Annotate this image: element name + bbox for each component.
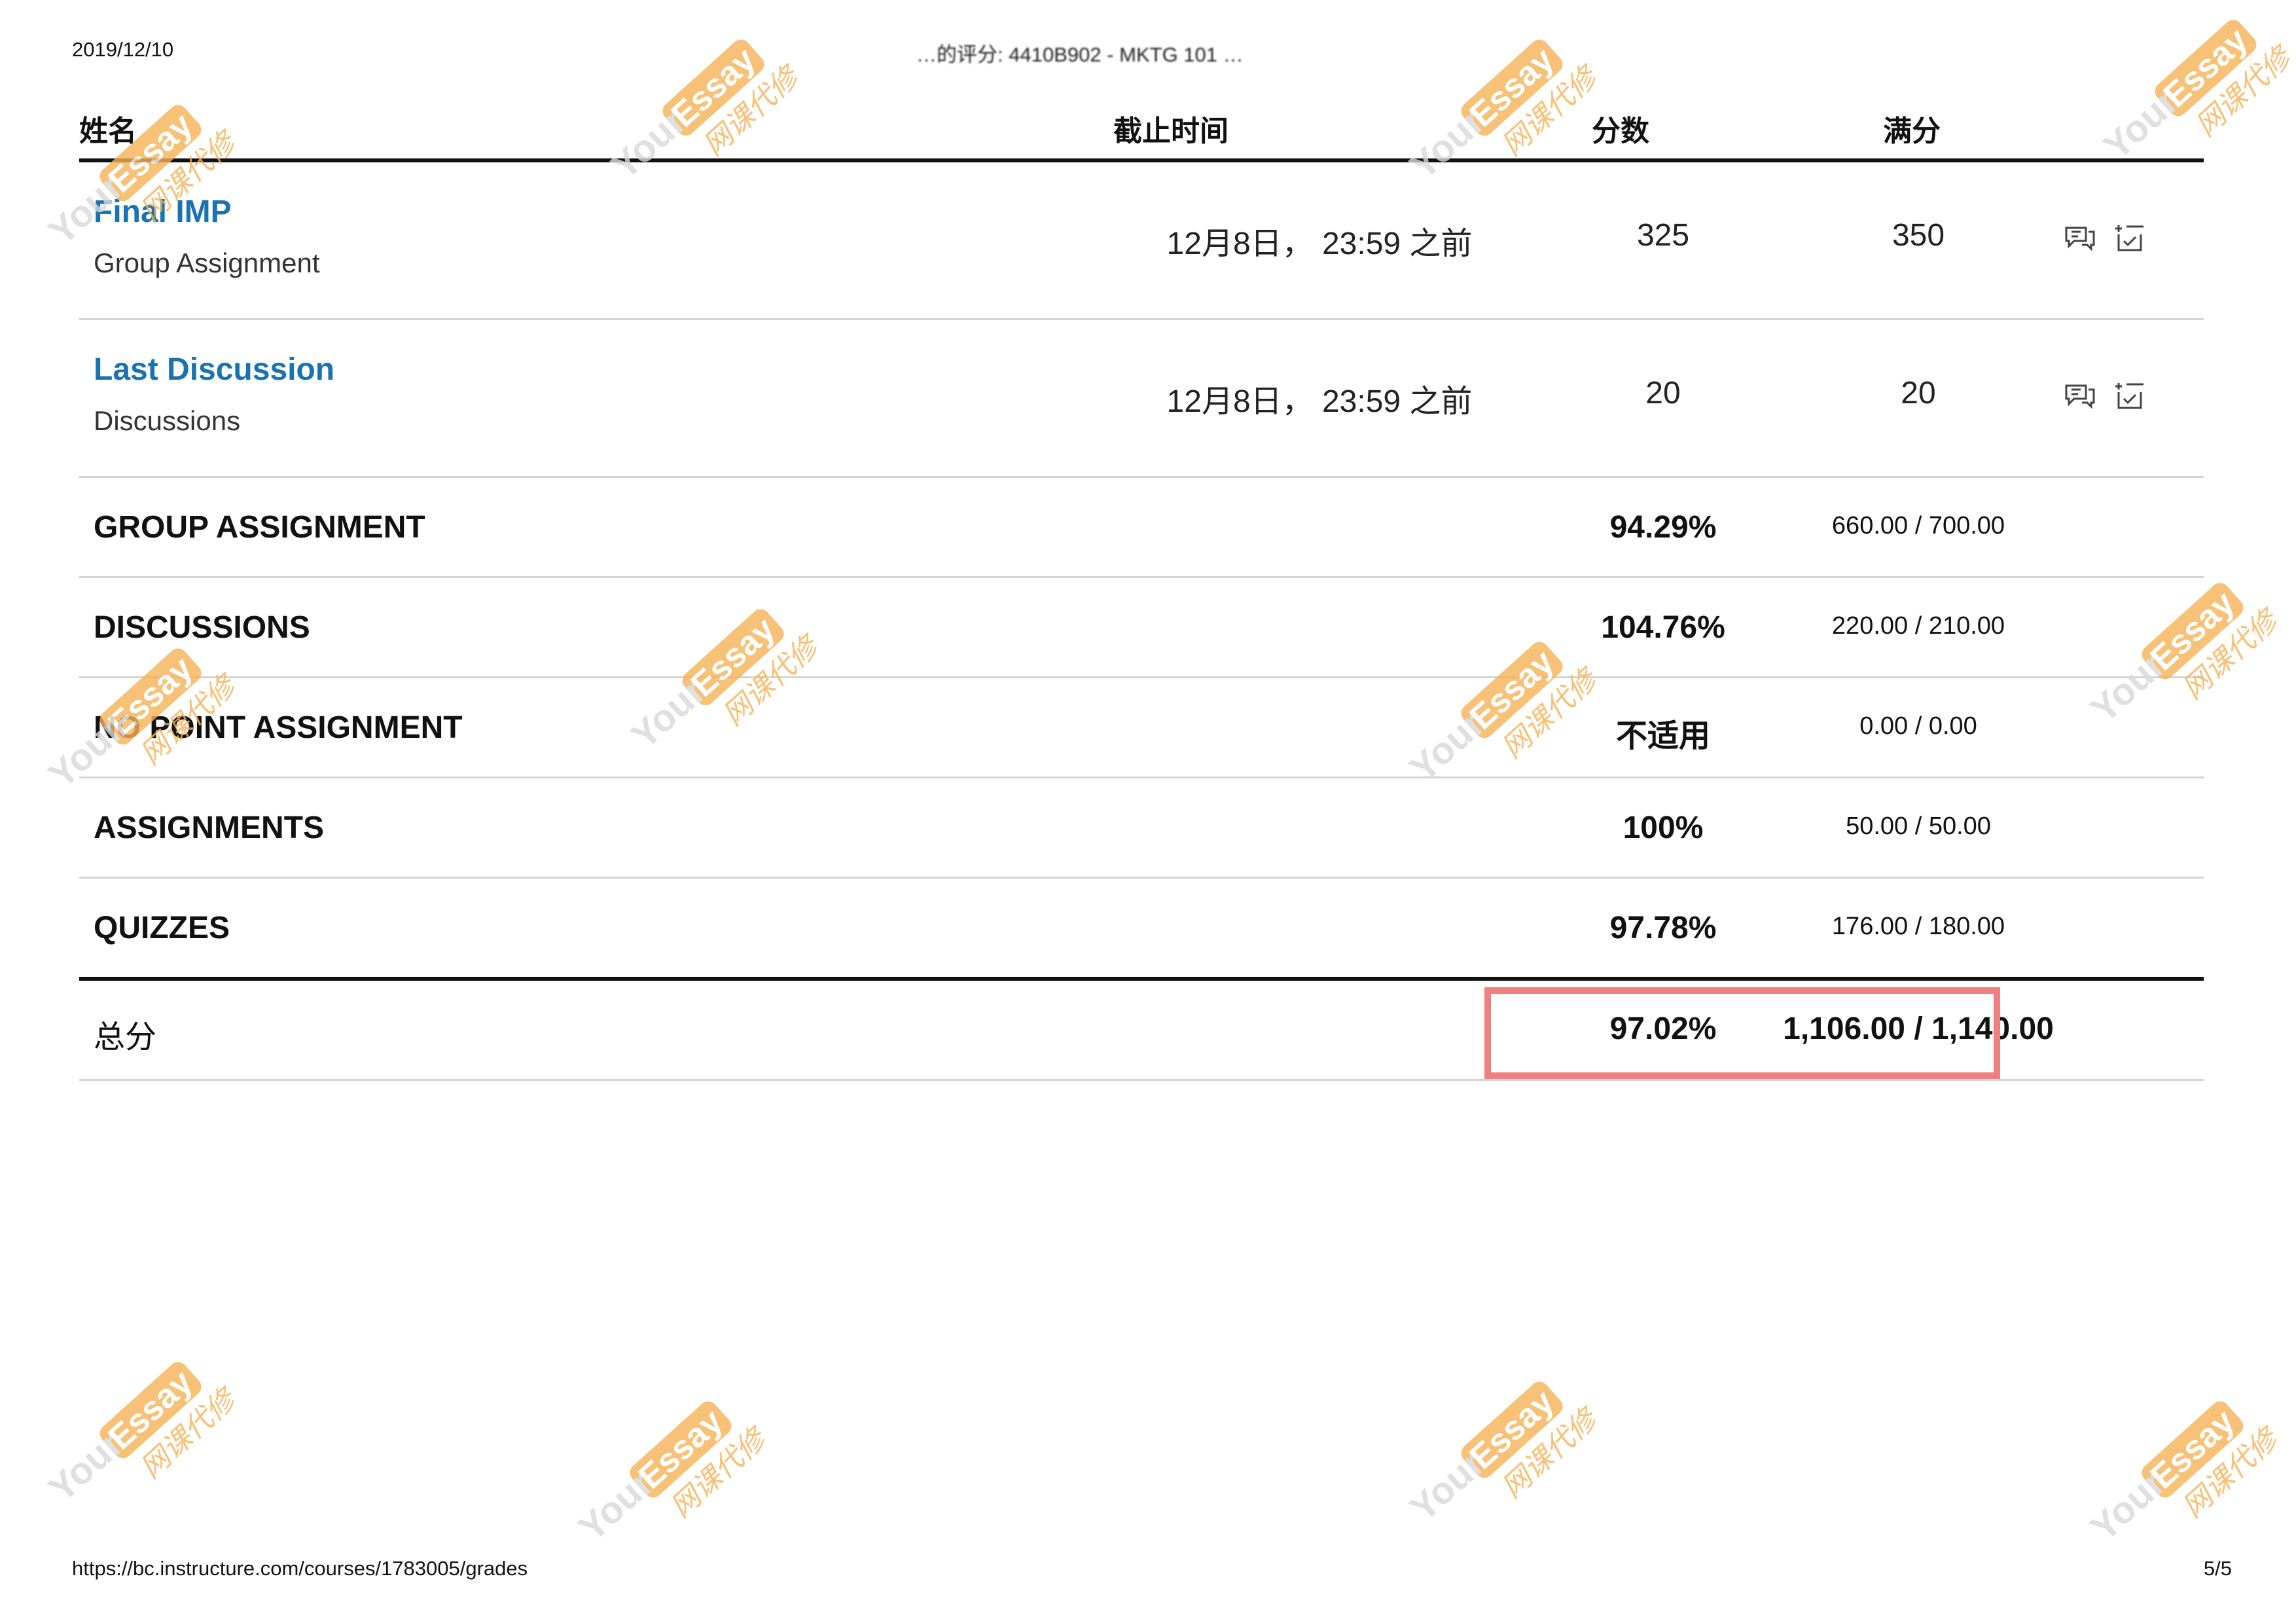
row-actions [2062,378,2239,413]
table-header: 姓名 截止时间 分数 满分 [79,98,2204,162]
page-header: 2019/12/10 …的评分: 4410B902 - MKTG 101 … [72,38,2225,71]
score: 325 [1636,218,1690,253]
assignment-link[interactable]: Final IMP [94,194,232,230]
group-points: 220.00 / 210.00 [1831,612,2005,640]
page-number: 5/5 [2203,1557,2232,1580]
header-due: 截止时间 [1113,115,1229,147]
header-score: 分数 [1592,115,1649,147]
svg-text:网课代修: 网课代修 [1496,1400,1606,1504]
due-date: 12月8日， 23:59 之前 [1166,227,1473,261]
svg-text:网课代修: 网课代修 [134,1381,245,1485]
group-percent: 97.78% [1609,911,1717,945]
svg-text:Your: Your [2083,1462,2173,1550]
group-points: 50.00 / 50.00 [1846,812,1991,840]
group-percent: 100% [1623,811,1704,845]
table-row: Last Discussion Discussions 12月8日， 23:59… [79,320,2204,478]
group-points: 660.00 / 700.00 [1831,512,2005,539]
total-highlight-box [1484,987,2000,1079]
group-name: QUIZZES [94,911,230,945]
group-name: DISCUSSIONS [94,610,310,645]
score: 20 [1645,376,1681,410]
group-row: QUIZZES 97.78% 176.00 / 180.00 [79,879,2204,981]
assignment-group: Group Assignment [94,247,320,278]
svg-text:Your: Your [41,1423,131,1510]
print-date: 2019/12/10 [72,38,174,61]
group-points: 176.00 / 180.00 [1831,913,2005,940]
svg-text:Your: Your [571,1462,661,1550]
group-row: NO POINT ASSIGNMENT 不适用 0.00 / 0.00 [79,678,2204,778]
svg-text:网课代修: 网课代修 [664,1420,775,1524]
header-out-of: 满分 [1883,115,1941,147]
grades-table: 姓名 截止时间 分数 满分 Final IMP Group Assignment… [79,98,2204,1081]
svg-text:Essay: Essay [101,1363,200,1457]
table-row: Final IMP Group Assignment 12月8日， 23:59 … [79,162,2204,320]
svg-text:Essay: Essay [2144,1402,2242,1497]
group-row: GROUP ASSIGNMENT 94.29% 660.00 / 700.00 [79,478,2204,578]
out-of: 20 [1901,376,1936,410]
svg-text:Your: Your [1402,1442,1492,1530]
group-points: 0.00 / 0.00 [1859,712,1977,740]
watermark-logo: Your Essay 网课代修 [7,1342,281,1552]
rubric-icon[interactable] [2112,220,2147,255]
page-footer: https://bc.instructure.com/courses/17830… [72,1557,2232,1590]
watermark-logo: Your Essay 网课代修 [1368,1362,1643,1571]
svg-text:Essay: Essay [1463,1383,1562,1477]
rubric-icon[interactable] [2112,378,2147,413]
group-percent: 不适用 [1615,719,1710,754]
group-row: ASSIGNMENTS 100% 50.00 / 50.00 [79,778,2204,879]
row-actions [2062,220,2239,255]
group-percent: 104.76% [1601,610,1725,645]
group-name: ASSIGNMENTS [94,811,325,845]
group-name: NO POINT ASSIGNMENT [94,710,463,745]
group-name: GROUP ASSIGNMENT [94,510,425,545]
comment-icon[interactable] [2062,220,2098,255]
total-label: 总分 [94,1020,157,1055]
group-percent: 94.29% [1609,510,1717,545]
comment-icon[interactable] [2062,378,2098,413]
group-row: DISCUSSIONS 104.76% 220.00 / 210.00 [79,578,2204,678]
print-url: https://bc.instructure.com/courses/17830… [72,1557,528,1580]
assignment-group: Discussions [94,405,241,436]
svg-text:网课代修: 网课代修 [2176,1420,2287,1524]
out-of: 350 [1892,218,1945,253]
assignment-link[interactable]: Last Discussion [94,352,334,388]
due-date: 12月8日， 23:59 之前 [1166,384,1473,419]
svg-text:Essay: Essay [632,1402,730,1497]
print-title: …的评分: 4410B902 - MKTG 101 … [916,43,1244,66]
header-name: 姓名 [79,115,137,147]
